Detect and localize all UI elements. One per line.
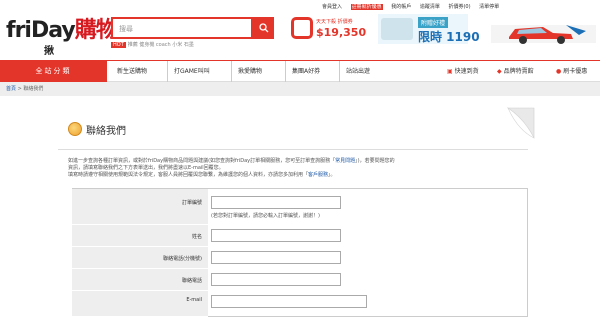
top-utility-nav: 會員登入 註冊就折優惠 我的帳戶 追蹤清單 折價券(0) 清單停單 <box>322 3 597 12</box>
fast-delivery-label: 快速到貨 <box>454 68 479 75</box>
card-offer-link[interactable]: ● 刷卡優惠 <box>556 61 587 82</box>
order-number-input[interactable] <box>211 196 341 209</box>
search-button[interactable] <box>253 17 274 39</box>
contact-badge-icon <box>68 122 82 136</box>
promo-price: $19,350 <box>316 26 367 39</box>
intro-text-3a: 填寫時請遵守相關使用規範與法令規定，客服人員將回覆與您聯繫，為維護您的個人資料，… <box>68 172 309 178</box>
site-logo[interactable]: friDay購物 <box>6 12 118 44</box>
nav-item-shopping[interactable]: 揪愛購物 <box>231 61 285 82</box>
hot-tag: HOT <box>111 42 126 48</box>
order-tracking-link[interactable]: 追蹤清單 <box>420 4 440 10</box>
extension-phone-label: 聯絡電話(分機號) <box>72 247 208 269</box>
email-label: E-mail <box>72 291 208 317</box>
card-icon: ● <box>556 68 562 75</box>
nav-item-travel[interactable]: 站站出遊 <box>339 61 389 82</box>
hot-search-terms: HOT 推薦 健身機 coach 小米 石墨 <box>111 41 194 48</box>
brand-sale-link[interactable]: ◆ 品牌特賣館 <box>497 61 534 82</box>
order-number-hint: (若您對訂單編號，請您必輸入訂單編號，謝謝！) <box>211 213 320 219</box>
customer-service-link[interactable]: 客戶服務 <box>308 172 328 178</box>
logo-text: friDay <box>6 18 76 43</box>
extension-phone-input[interactable] <box>211 251 341 264</box>
breadcrumb: 首頁 > 聯絡我們 <box>0 82 600 96</box>
intro-text-1b: 」)，若要問題您的 <box>355 158 395 164</box>
breadcrumb-current: 聯絡我們 <box>23 86 44 92</box>
fast-delivery-link[interactable]: ▣ 快速到貨 <box>447 61 479 82</box>
all-categories-button[interactable]: 全站分類 <box>0 61 107 82</box>
intro-paragraph: 如進一步查詢各種訂單資訊，或對於friDay購物商品問題與建議(如您查詢對fri… <box>68 158 528 179</box>
order-number-label: 訂單編號 <box>72 189 208 225</box>
nav-item-newbie[interactable]: 新生送購物 <box>111 61 167 82</box>
nav-item-game[interactable]: 打GAME叫叫 <box>167 61 231 82</box>
phone-label: 聯絡電話 <box>72 269 208 291</box>
name-input[interactable] <box>211 229 341 242</box>
logo-subtitle: 揪 <box>44 46 54 57</box>
promo-banner-2[interactable]: 附贈好禮 限時 1190 <box>378 14 480 44</box>
main-nav-bar: 全站分類 新生送購物 打GAME叫叫 揪愛購物 集團A好券 站站出遊 ▣ 快速到貨… <box>0 60 600 82</box>
my-account-link[interactable]: 我的帳戶 <box>391 4 411 10</box>
breadcrumb-home[interactable]: 首頁 <box>6 86 16 92</box>
promo-banner-3[interactable] <box>491 15 596 47</box>
hot-terms-text[interactable]: 推薦 健身機 coach 小米 石墨 <box>128 42 194 48</box>
promo-banner-1[interactable]: 天天下殺 折價券 $19,350 <box>291 17 371 41</box>
tag-icon: ◆ <box>497 68 502 75</box>
promo-tag: 附贈好禮 <box>418 17 449 28</box>
product-image <box>381 18 413 40</box>
intro-line-3: 填寫時請遵守相關使用規範與法令規定，客服人員將回覆與您聯繫，為維護您的個人資料，… <box>68 172 528 179</box>
email-input[interactable] <box>211 295 367 308</box>
car-illustration-icon <box>491 25 596 44</box>
intro-text-3b: 」。 <box>328 172 336 178</box>
card-offer-label: 刷卡優惠 <box>563 68 588 75</box>
page-curl-icon <box>507 107 535 139</box>
promo-price: 限時 1190 <box>418 30 480 44</box>
title-area <box>58 108 528 150</box>
site-header: friDay購物 揪 搜尋 HOT 推薦 健身機 coach 小米 石墨 會員登入… <box>0 0 600 60</box>
brand-sale-label: 品牌特賣館 <box>503 68 534 75</box>
intro-text-1a: 如進一步查詢各種訂單資訊，或對於friDay購物商品問題與建議(如您查詢對fri… <box>68 158 336 164</box>
name-label: 姓名 <box>72 225 208 247</box>
coupon-link[interactable]: 折價券(0) <box>448 4 470 10</box>
search-input[interactable]: 搜尋 <box>111 17 253 39</box>
intro-line-1: 如進一步查詢各種訂單資訊，或對於friDay購物商品問題與建議(如您查詢對fri… <box>68 158 528 165</box>
search-icon <box>258 23 268 33</box>
nav-item-coupons[interactable]: 集團A好券 <box>285 61 339 82</box>
intro-line-2: 資訊，請填寫聯絡我們之下方表單送出，我們將盡速以E-mail回覆您。 <box>68 165 224 171</box>
cart-link[interactable]: 清單停單 <box>479 4 499 10</box>
phone-input[interactable] <box>211 273 341 286</box>
register-promo-link[interactable]: 註冊就折優惠 <box>350 4 383 10</box>
promo-logo-icon <box>291 17 313 39</box>
truck-icon: ▣ <box>447 68 453 75</box>
member-login-link[interactable]: 會員登入 <box>322 4 342 10</box>
promo-label: 天天下殺 折價券 <box>316 19 353 25</box>
page-title: 聯絡我們 <box>86 126 126 137</box>
faq-link[interactable]: 常見問題 <box>335 158 355 164</box>
